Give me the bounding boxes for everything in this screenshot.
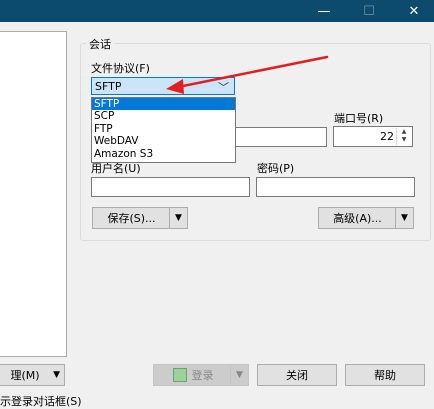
protocol-value: SFTP <box>95 80 122 93</box>
password-label: 密码(P) <box>257 162 295 175</box>
manage-button-label: 理(M) <box>10 369 40 382</box>
show-login-dialog-checkbox-label[interactable]: 示登录对话框(S) <box>0 393 82 409</box>
protocol-label: 文件协议(F) <box>91 62 150 75</box>
maximize-button: ☐ <box>347 0 391 22</box>
login-button-label: 登录 <box>191 369 214 382</box>
save-dropdown-icon[interactable]: ▼ <box>169 208 187 228</box>
port-input[interactable]: 22 ▲ ▼ <box>333 126 413 147</box>
protocol-option[interactable]: Amazon S3 <box>92 148 235 160</box>
port-label: 端口号(R) <box>334 112 384 125</box>
password-input[interactable] <box>256 177 415 197</box>
close-button-label: 关闭 <box>286 369 308 382</box>
manage-button[interactable]: 理(M) ▼ <box>0 364 65 386</box>
port-value: 22 <box>380 130 394 143</box>
help-button[interactable]: 帮助 <box>345 364 425 386</box>
login-icon <box>172 368 187 382</box>
minimize-icon: — <box>317 3 331 19</box>
protocol-option[interactable]: SFTP <box>92 98 235 111</box>
session-group-label: 会话 <box>86 36 114 52</box>
help-button-label: 帮助 <box>374 369 396 382</box>
chevron-down-icon: ﹀ <box>218 81 229 94</box>
chevron-down-icon: ▼ <box>53 370 60 380</box>
login-button[interactable]: 登录 ▼ <box>153 364 249 386</box>
protocol-select[interactable]: SFTP ﹀ <box>91 77 235 95</box>
login-dropdown-icon[interactable]: ▼ <box>230 365 248 385</box>
username-input[interactable] <box>91 177 250 197</box>
advanced-button[interactable]: 高级(A)... ▼ <box>318 207 414 229</box>
protocol-dropdown-list[interactable]: SFTP SCP FTP WebDAV Amazon S3 <box>91 97 236 163</box>
site-tree-panel[interactable] <box>0 31 67 357</box>
maximize-icon: ☐ <box>363 3 375 19</box>
protocol-option[interactable]: WebDAV <box>92 135 235 147</box>
port-spinner[interactable]: ▲ ▼ <box>396 128 411 145</box>
save-button[interactable]: 保存(S)... ▼ <box>92 207 188 229</box>
protocol-option[interactable]: SCP <box>92 110 235 122</box>
close-icon: ✕ <box>408 3 420 19</box>
advanced-dropdown-icon[interactable]: ▼ <box>395 208 413 228</box>
save-button-label: 保存(S)... <box>107 212 156 225</box>
advanced-button-label: 高级(A)... <box>333 212 382 225</box>
close-window-button[interactable]: ✕ <box>392 0 434 22</box>
protocol-option[interactable]: FTP <box>92 123 235 135</box>
minimize-button[interactable]: — <box>302 0 346 22</box>
close-button[interactable]: 关闭 <box>257 364 337 386</box>
